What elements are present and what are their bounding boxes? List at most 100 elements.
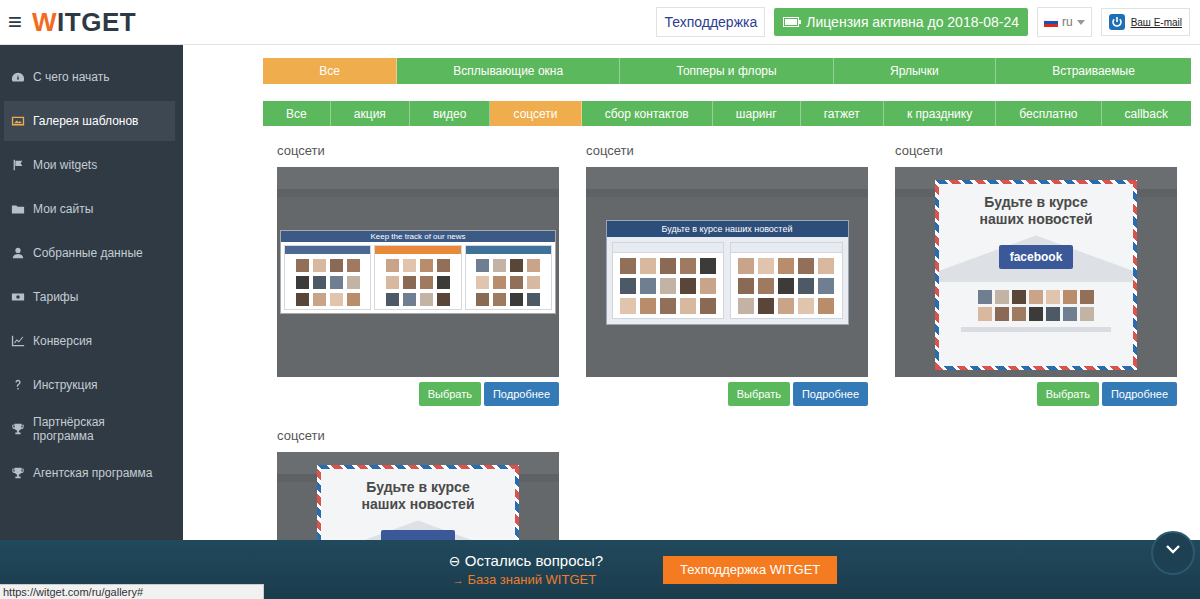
avatar-grid [613,253,724,314]
template-preview[interactable]: Будьте в курсе наших новостей [586,167,868,377]
sidebar-item[interactable]: Партнёрская программа [4,409,175,449]
sidebar-item[interactable]: Собранные данные [4,233,175,273]
support-button[interactable]: Техподдержка WITGET [663,556,837,584]
template-card: соцсетиБудьте в курсе наших новостейface… [895,142,1177,406]
category-tab[interactable]: шаринг [713,101,801,126]
details-button[interactable]: Подробнее [484,382,559,406]
sidebar-item[interactable]: Мои witgets [4,145,175,185]
language-select[interactable]: ru [1037,7,1092,37]
avatar [476,259,489,272]
popup-title: Будьте в курсе наших новостей [607,221,848,237]
knowledge-base-link[interactable]: → База знаний WITGET [449,572,603,587]
avatar [995,307,1009,321]
type-tab[interactable]: Всплывающие окна [397,58,620,84]
details-button[interactable]: Подробнее [793,382,868,406]
avatar [620,298,636,314]
avatar [386,276,399,289]
popup-title: Будьте в курсе наших новостей [348,479,488,513]
avatar [680,258,696,274]
avatar [386,293,399,306]
chart-icon [11,334,25,348]
category-tab[interactable]: callback [1102,101,1191,126]
category-tabs: Всеакциявидеосоцсетисбор контактовшаринг… [263,101,1191,126]
avatar [313,259,326,272]
money-icon [11,290,25,304]
template-preview[interactable]: Будьте в курсе наших новостейfacebook [895,167,1177,377]
template-preview[interactable]: Keep the track of our news [277,167,559,377]
sidebar-item[interactable]: Галерея шаблонов [4,101,175,141]
avatar [1012,307,1026,321]
avatar [1063,290,1077,304]
witget-app: ≡ WITGET Техподдержка Лицензия активна до 2… [0,0,1200,599]
avatar [347,259,360,272]
avatar [296,276,309,289]
avatar [527,293,540,306]
arrow-icon: → [453,574,464,586]
template-card: соцсетиБудьте в курсе наших новостейВыбр… [586,142,868,406]
avatar [347,293,360,306]
avatar [386,259,399,272]
card-category: соцсети [277,427,559,445]
category-tab[interactable]: гатжет [801,101,884,126]
avatar [527,259,540,272]
language-code: ru [1062,15,1073,29]
category-tab[interactable]: сбор контактов [582,101,713,126]
avatar [1012,290,1026,304]
sidebar-label: Галерея шаблонов [33,114,138,128]
collapse-circle-icon[interactable]: ⊖ [449,553,461,569]
avatar [347,276,360,289]
avatar [778,298,794,314]
avatar [680,278,696,294]
sidebar-item[interactable]: Агентская программа [4,453,175,493]
sidebar-item[interactable]: Конверсия [4,321,175,361]
social-panel [465,245,552,310]
type-tab[interactable]: Все [263,58,397,84]
select-button[interactable]: Выбрать [728,382,790,406]
type-tab[interactable]: Ярлычки [834,58,996,84]
type-tab[interactable]: Встраиваемые [996,58,1191,84]
popup-title: Будьте в курсе наших новостей [966,194,1106,228]
category-tab[interactable]: акция [331,101,410,126]
sidebar-item[interactable]: С чего начать [4,57,175,97]
status-url: https://witget.com/ru/gallery# [0,584,264,599]
type-tab[interactable]: Топперы и флоры [620,58,834,84]
avatar [493,293,506,306]
social-panel [730,242,843,319]
license-badge[interactable]: Лицензия активна до 2018-08-24 [774,8,1028,36]
avatar [437,259,450,272]
category-tab[interactable]: соцсети [490,101,581,126]
logo-text: ITGET [57,7,136,37]
category-tab[interactable]: бесплатно [996,101,1101,126]
avatar [403,276,416,289]
avatar [798,258,814,274]
avatar [640,278,656,294]
avatar [758,278,774,294]
flag-icon [11,158,25,172]
brand: ≡ WITGET [8,9,136,35]
menu-button[interactable]: ≡ [8,10,22,34]
panel-header [613,243,724,253]
avatar [510,259,523,272]
category-tab[interactable]: видео [410,101,491,126]
category-tab[interactable]: к празднику [884,101,996,126]
sidebar-item[interactable]: Инструкция [4,365,175,405]
sidebar-item[interactable]: Мои сайты [4,189,175,229]
select-button[interactable]: Выбрать [419,382,481,406]
collapse-button[interactable] [1151,531,1195,575]
avatar [313,293,326,306]
category-tab[interactable]: Все [263,101,331,126]
caret-down-icon [1077,20,1085,25]
panel-header [375,246,460,254]
support-button[interactable]: Техподдержка [656,7,765,37]
panel-header [466,246,551,254]
avatar [680,298,696,314]
select-button[interactable]: Выбрать [1037,382,1099,406]
account-button[interactable]: Ваш E-mail [1101,8,1190,36]
avatar [778,278,794,294]
sidebar-item[interactable]: Тарифы [4,277,175,317]
avatar [403,259,416,272]
social-panel [374,245,461,310]
logo[interactable]: WITGET [32,9,136,35]
details-button[interactable]: Подробнее [1102,382,1177,406]
avatar [738,298,754,314]
